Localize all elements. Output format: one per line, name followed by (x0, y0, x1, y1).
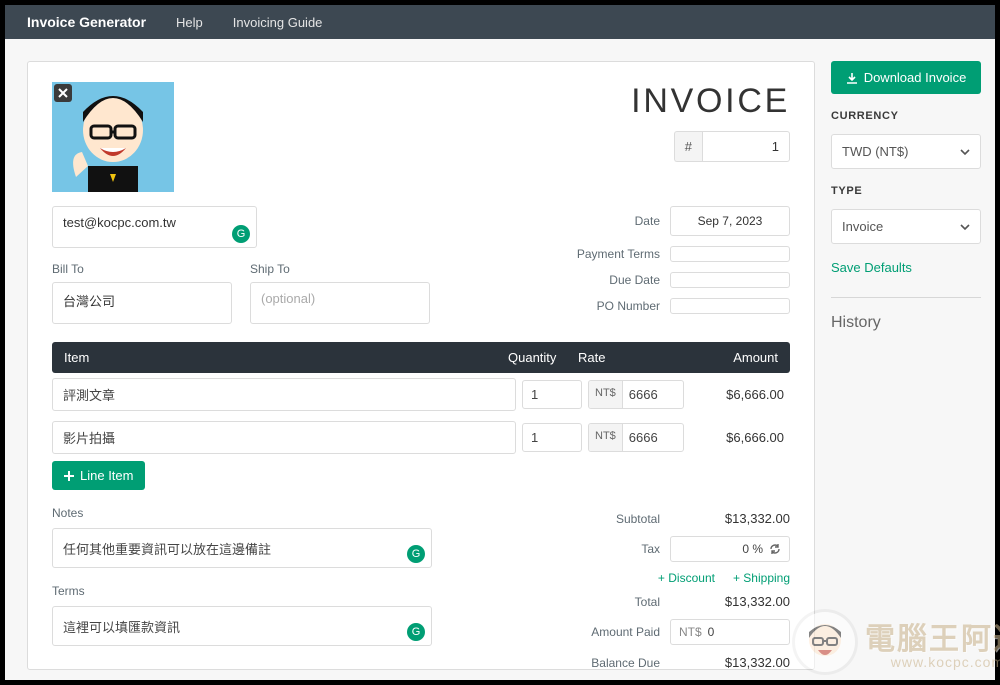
add-discount-link[interactable]: + Discount (658, 571, 715, 585)
item-rate-input[interactable]: NT$ 6666 (588, 380, 684, 409)
terms-input[interactable]: 這裡可以填匯款資訊 G (52, 606, 432, 646)
item-row: 影片拍攝 1 NT$ 6666 $6,666.00 (52, 416, 790, 459)
tax-value: 0 % (742, 542, 763, 556)
grammarly-icon[interactable]: G (232, 225, 250, 243)
items-header: Item Quantity Rate Amount (52, 342, 790, 373)
amount-paid-prefix: NT$ (679, 625, 702, 639)
currency-value: TWD (NT$) (842, 144, 908, 159)
item-rate-value: 6666 (623, 424, 683, 451)
item-amount: $6,666.00 (690, 387, 790, 402)
bill-to-label[interactable]: Bill To (52, 262, 232, 276)
terms-value: 這裡可以填匯款資訊 (63, 617, 180, 636)
add-shipping-link[interactable]: + Shipping (733, 571, 790, 585)
item-name-input[interactable]: 影片拍攝 (52, 421, 516, 454)
date-input[interactable]: Sep 7, 2023 (670, 206, 790, 236)
currency-prefix: NT$ (589, 424, 623, 451)
ship-to-label[interactable]: Ship To (250, 262, 430, 276)
balance-due-value: $13,332.00 (670, 655, 790, 670)
date-label[interactable]: Date (550, 214, 660, 228)
main-area: INVOICE # 1 test@kocpc.com.tw G Bill To … (5, 39, 995, 680)
grammarly-icon[interactable]: G (407, 623, 425, 641)
currency-label: CURRENCY (831, 110, 981, 122)
due-date-input[interactable] (670, 272, 790, 288)
item-name-input[interactable]: 評測文章 (52, 378, 516, 411)
invoice-number-field[interactable]: # 1 (674, 131, 790, 162)
from-field[interactable]: test@kocpc.com.tw G (52, 206, 257, 248)
history-heading[interactable]: History (831, 314, 981, 332)
close-icon (58, 88, 68, 98)
item-qty-input[interactable]: 1 (522, 423, 582, 452)
nav-help[interactable]: Help (176, 15, 203, 30)
due-date-label[interactable]: Due Date (550, 273, 660, 287)
type-select[interactable]: Invoice (831, 209, 981, 244)
remove-logo-button[interactable] (54, 84, 72, 102)
type-value: Invoice (842, 219, 883, 234)
hash-label: # (674, 131, 702, 162)
balance-due-label[interactable]: Balance Due (540, 656, 660, 670)
chevron-down-icon (960, 222, 970, 232)
bill-to-input[interactable]: 台灣公司 (52, 282, 232, 324)
invoice-card: INVOICE # 1 test@kocpc.com.tw G Bill To … (27, 61, 815, 670)
plus-icon (64, 471, 74, 481)
subtotal-label[interactable]: Subtotal (540, 512, 660, 526)
ship-to-input[interactable]: (optional) (250, 282, 430, 324)
add-line-label: Line Item (80, 468, 133, 483)
notes-value: 任何其他重要資訊可以放在這邊備註 (63, 539, 271, 558)
notes-label[interactable]: Notes (52, 506, 432, 520)
nav-guide[interactable]: Invoicing Guide (233, 15, 323, 30)
invoice-number-input[interactable]: 1 (702, 131, 790, 162)
total-value: $13,332.00 (670, 594, 790, 609)
download-icon (846, 72, 858, 84)
col-item[interactable]: Item (64, 350, 508, 365)
refresh-icon[interactable] (769, 543, 781, 555)
payment-terms-input[interactable] (670, 246, 790, 262)
col-quantity[interactable]: Quantity (508, 350, 578, 365)
payment-terms-label[interactable]: Payment Terms (550, 247, 660, 261)
tax-input[interactable]: 0 % (670, 536, 790, 562)
add-line-item-button[interactable]: Line Item (52, 461, 145, 490)
col-rate[interactable]: Rate (578, 350, 678, 365)
item-qty-input[interactable]: 1 (522, 380, 582, 409)
top-nav: Invoice Generator Help Invoicing Guide (5, 5, 995, 39)
terms-label[interactable]: Terms (52, 584, 432, 598)
type-label: TYPE (831, 185, 981, 197)
download-invoice-button[interactable]: Download Invoice (831, 61, 981, 94)
brand[interactable]: Invoice Generator (27, 14, 146, 30)
sidebar: Download Invoice CURRENCY TWD (NT$) TYPE… (831, 61, 981, 670)
logo-wrap (52, 82, 174, 192)
po-number-input[interactable] (670, 298, 790, 314)
col-amount[interactable]: Amount (678, 350, 778, 365)
chevron-down-icon (960, 147, 970, 157)
item-rate-value: 6666 (623, 381, 683, 408)
divider (831, 297, 981, 298)
po-number-label[interactable]: PO Number (550, 299, 660, 313)
total-label[interactable]: Total (540, 595, 660, 609)
currency-select[interactable]: TWD (NT$) (831, 134, 981, 169)
grammarly-icon[interactable]: G (407, 545, 425, 563)
currency-prefix: NT$ (589, 381, 623, 408)
from-value: test@kocpc.com.tw (63, 215, 176, 230)
amount-paid-label[interactable]: Amount Paid (540, 625, 660, 639)
item-row: 評測文章 1 NT$ 6666 $6,666.00 (52, 373, 790, 416)
invoice-title[interactable]: INVOICE (631, 82, 790, 121)
amount-paid-value: 0 (708, 625, 715, 639)
amount-paid-input[interactable]: NT$ 0 (670, 619, 790, 645)
tax-label[interactable]: Tax (540, 542, 660, 556)
notes-input[interactable]: 任何其他重要資訊可以放在這邊備註 G (52, 528, 432, 568)
item-amount: $6,666.00 (690, 430, 790, 445)
download-label: Download Invoice (864, 70, 967, 85)
save-defaults-link[interactable]: Save Defaults (831, 260, 981, 275)
item-rate-input[interactable]: NT$ 6666 (588, 423, 684, 452)
subtotal-value: $13,332.00 (670, 511, 790, 526)
